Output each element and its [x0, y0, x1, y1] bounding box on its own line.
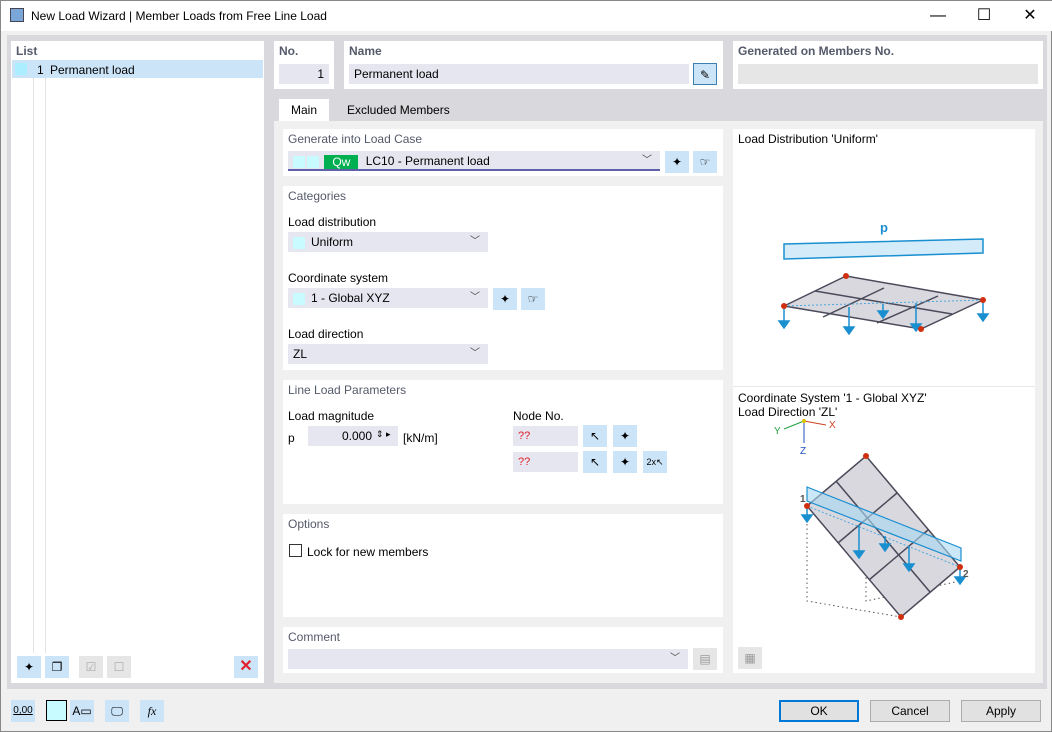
- generated-label: Generated on Members No.: [738, 44, 895, 58]
- svg-text:Z: Z: [800, 446, 806, 457]
- edit-coordinate-system-icon[interactable]: ☞: [521, 288, 545, 310]
- chevron-down-icon: ﹀: [470, 348, 480, 359]
- generated-panel: Generated on Members No.: [733, 41, 1043, 89]
- window-title: New Load Wizard | Member Loads from Free…: [31, 9, 327, 23]
- categories-panel: Categories Load distribution Uniform ﹀ Co…: [283, 186, 723, 370]
- options-header: Options: [288, 517, 330, 531]
- node1-label: 1: [800, 494, 806, 505]
- svg-text:Y: Y: [774, 426, 781, 437]
- pick-node-icon[interactable]: ↖: [583, 425, 607, 447]
- no-panel: No. 1: [274, 41, 334, 89]
- coordinate-system-select[interactable]: 1 - Global XYZ ﹀: [288, 288, 488, 308]
- new-coordinate-system-icon[interactable]: ✦: [493, 288, 517, 310]
- coordinate-system-label: Coordinate system: [288, 271, 389, 285]
- node1-input[interactable]: ??: [513, 426, 578, 446]
- view-icon[interactable]: 🖵: [105, 700, 129, 722]
- node-no-label: Node No.: [513, 409, 564, 423]
- no-label: No.: [279, 44, 299, 58]
- load-direction-label: Load direction: [288, 327, 364, 341]
- load-distribution-label: Load distribution: [288, 215, 377, 229]
- lock-label: Lock for new members: [307, 545, 429, 559]
- color-swatch: [15, 63, 27, 75]
- no-field[interactable]: 1: [279, 64, 329, 84]
- load-magnitude-label: Load magnitude: [288, 409, 375, 423]
- preview-panel: Load Distribution 'Uniform' Coordinate S…: [733, 129, 1035, 673]
- maximize-button[interactable]: ☐: [961, 1, 1007, 31]
- name-input[interactable]: Permanent load: [349, 64, 689, 84]
- display-properties-icon[interactable]: A▭: [70, 700, 94, 722]
- close-button[interactable]: ✕: [1007, 1, 1052, 31]
- apply-button[interactable]: Apply: [961, 700, 1041, 722]
- tab-excluded-members[interactable]: Excluded Members: [335, 99, 462, 121]
- delete-icon[interactable]: ✕: [234, 656, 258, 678]
- list-panel: List 1 Permanent load ✦ ❐ ☑ ☐ ✕: [11, 41, 264, 683]
- line-load-panel: Line Load Parameters Load magnitude p 0.…: [283, 380, 723, 504]
- options-panel: Options Lock for new members: [283, 514, 723, 617]
- new-node-icon[interactable]: ✦: [613, 425, 637, 447]
- chevron-down-icon: ﹀: [470, 292, 480, 303]
- comment-library-icon[interactable]: ▤: [693, 648, 717, 670]
- load-symbol: p: [288, 431, 295, 445]
- spinner-icon[interactable]: ⇕ ▸: [376, 429, 391, 440]
- chevron-down-icon: ﹀: [470, 236, 480, 247]
- units-icon[interactable]: 0,00: [11, 700, 35, 722]
- load-case-header: Generate into Load Case: [288, 132, 423, 146]
- node2-label: 2: [963, 569, 969, 580]
- load-case-select[interactable]: Qw LC10 - Permanent load ﹀: [288, 151, 660, 171]
- edit-load-case-icon[interactable]: ☞: [693, 151, 717, 173]
- load-label-p: p: [880, 220, 888, 235]
- name-panel: Name Permanent load ✎: [344, 41, 723, 89]
- svg-text:X: X: [829, 420, 836, 431]
- app-icon: [10, 8, 24, 22]
- invert-check-icon[interactable]: ☐: [107, 656, 131, 678]
- load-direction-select[interactable]: ZL ﹀: [288, 344, 488, 364]
- comment-input[interactable]: ﹀: [288, 649, 688, 669]
- color-icon[interactable]: [46, 700, 67, 721]
- ok-button[interactable]: OK: [779, 700, 859, 722]
- load-band: [783, 238, 984, 260]
- new-node-icon[interactable]: ✦: [613, 451, 637, 473]
- categories-header: Categories: [288, 189, 347, 203]
- load-distribution-select[interactable]: Uniform ﹀: [288, 232, 488, 252]
- comment-panel: Comment ﹀ ▤: [283, 627, 723, 673]
- title-bar: New Load Wizard | Member Loads from Free…: [1, 1, 1052, 31]
- formula-icon[interactable]: fx: [140, 700, 164, 722]
- list-item[interactable]: 1 Permanent load: [12, 60, 263, 78]
- load-case-panel: Generate into Load Case Qw LC10 - Perman…: [283, 129, 723, 176]
- pick-two-nodes-icon[interactable]: 2x↖: [643, 451, 667, 473]
- new-load-case-icon[interactable]: ✦: [665, 151, 689, 173]
- minimize-button[interactable]: —: [915, 1, 961, 31]
- copy-item-icon[interactable]: ❐: [45, 656, 69, 678]
- check-all-icon[interactable]: ☑: [79, 656, 103, 678]
- generated-field: [738, 64, 1038, 84]
- preview-settings-icon[interactable]: ▦: [738, 647, 762, 669]
- pick-node-icon[interactable]: ↖: [583, 451, 607, 473]
- name-label: Name: [349, 44, 382, 58]
- new-item-icon[interactable]: ✦: [17, 656, 41, 678]
- tab-main[interactable]: Main: [279, 99, 330, 121]
- lock-checkbox[interactable]: [289, 544, 302, 557]
- unit-label: [kN/m]: [403, 431, 438, 445]
- comment-header: Comment: [288, 630, 341, 644]
- list-item-no: 1: [37, 63, 44, 77]
- chevron-down-icon: ﹀: [670, 653, 680, 664]
- edit-name-icon[interactable]: ✎: [693, 63, 717, 85]
- load-case-badge: Qw: [324, 154, 359, 169]
- preview-diagram: p X Y Z 1 2: [774, 220, 990, 620]
- list-item-name: Permanent load: [50, 63, 135, 77]
- list-header: List: [16, 44, 38, 58]
- line-load-header: Line Load Parameters: [288, 383, 407, 397]
- cancel-button[interactable]: Cancel: [870, 700, 950, 722]
- load-case-value: LC10 - Permanent load: [365, 154, 490, 168]
- node2-input[interactable]: ??: [513, 452, 578, 472]
- chevron-down-icon: ﹀: [642, 155, 652, 166]
